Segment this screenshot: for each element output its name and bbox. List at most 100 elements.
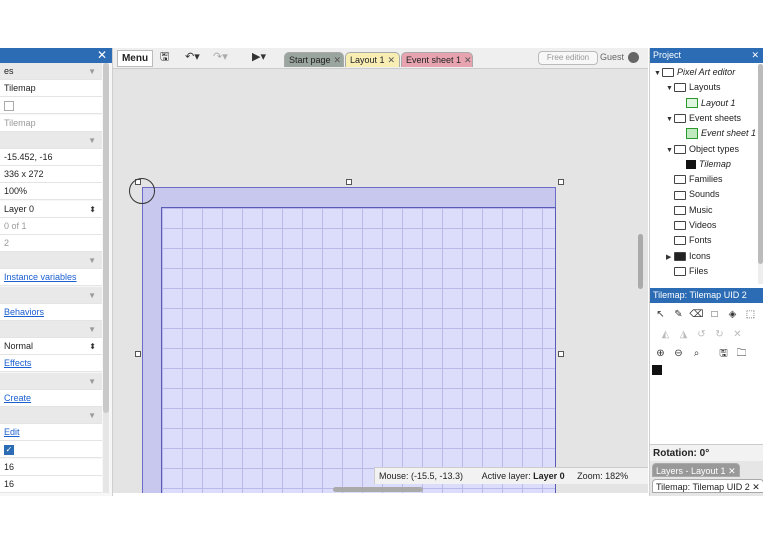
tree-item[interactable]: ▼ Object types — [666, 143, 739, 157]
select-arrows-icon[interactable]: ⬍ — [89, 338, 96, 355]
property-row[interactable]: Effects — [0, 355, 102, 373]
tree-item[interactable]: Tilemap — [678, 158, 731, 171]
property-row[interactable]: -15.452, -16 — [0, 149, 102, 166]
layout-canvas[interactable]: Mouse: (-15.5, -13.3) Active layer: Laye… — [113, 69, 648, 493]
rectangle-tool-icon[interactable]: □ — [707, 307, 722, 322]
chevron-down-icon[interactable]: ▼ — [88, 132, 96, 149]
chevron-down-icon[interactable]: ▼ — [88, 321, 96, 338]
property-select[interactable]: Normal — [4, 341, 33, 351]
pencil-tool-icon[interactable]: ✎ — [671, 307, 686, 322]
property-value[interactable]: Tilemap — [4, 118, 36, 128]
guest-label[interactable]: Guest — [600, 51, 624, 64]
property-row[interactable]: ✓ — [0, 441, 102, 459]
property-value[interactable]: 16 — [4, 479, 14, 489]
tree-item[interactable]: Videos — [666, 219, 716, 232]
property-row[interactable]: 336 x 272 — [0, 166, 102, 184]
property-row[interactable]: Behaviors — [0, 303, 102, 321]
property-value[interactable]: 336 x 272 — [4, 169, 44, 179]
property-select[interactable]: Layer 0 — [4, 204, 34, 214]
expand-toggle-icon[interactable]: ▼ — [666, 82, 674, 95]
tree-item[interactable]: ▼ Pixel Art editor — [654, 66, 735, 80]
open-folder-icon[interactable]: 🗀 — [734, 346, 749, 361]
select-tool-icon[interactable]: ⬚ — [743, 307, 758, 322]
close-icon[interactable]: ✕ — [751, 48, 759, 63]
user-icon[interactable] — [628, 52, 639, 63]
chevron-down-icon[interactable]: ▼ — [88, 373, 96, 390]
property-row[interactable]: 16 — [0, 458, 102, 476]
eraser-tool-icon[interactable]: ⌫ — [689, 307, 704, 322]
fill-tool-icon[interactable]: ◈ — [725, 307, 740, 322]
expand-toggle-icon[interactable]: ▼ — [654, 67, 662, 80]
chevron-down-icon[interactable]: ▼ — [88, 287, 96, 304]
chevron-down-icon[interactable]: ▼ — [88, 407, 96, 424]
property-link[interactable]: Edit — [4, 427, 20, 437]
property-value[interactable]: 0 of 1 — [4, 221, 27, 231]
menu-button[interactable]: Menu — [117, 50, 153, 67]
tab-event-sheet-1[interactable]: Event sheet 1 ✕ — [401, 52, 473, 67]
property-value[interactable]: Tilemap — [4, 83, 36, 93]
property-row[interactable]: Normal ⬍ — [0, 338, 102, 356]
resize-handle[interactable] — [558, 351, 564, 357]
tree-item[interactable]: Families — [666, 173, 723, 186]
close-icon[interactable]: ✕ — [388, 55, 396, 65]
canvas-horizontal-scrollbar[interactable] — [333, 487, 423, 492]
undo-icon[interactable]: ↶▾ — [185, 50, 200, 65]
canvas-vertical-scrollbar[interactable] — [638, 234, 643, 289]
property-link[interactable]: Instance variables — [4, 272, 77, 282]
select-arrows-icon[interactable]: ⬍ — [89, 201, 96, 218]
property-row[interactable]: Create — [0, 389, 102, 407]
property-link[interactable]: Create — [4, 393, 31, 403]
property-value[interactable]: 2 — [4, 238, 9, 248]
property-row[interactable]: Tilemap — [0, 80, 102, 98]
property-value[interactable]: 16 — [4, 462, 14, 472]
close-icon[interactable]: ✕ — [728, 466, 736, 476]
property-row[interactable]: Tilemap — [0, 114, 102, 132]
property-value[interactable]: 100% — [4, 186, 27, 196]
expand-toggle-icon[interactable]: ▼ — [666, 144, 674, 157]
tree-item[interactable]: ▼ Layouts — [666, 81, 721, 95]
property-row[interactable]: Instance variables — [0, 269, 102, 287]
property-checkbox[interactable]: ✓ — [4, 445, 14, 456]
tree-item[interactable]: Sounds — [666, 188, 720, 201]
resize-handle[interactable] — [346, 179, 352, 185]
zoom-out-icon[interactable]: ⊖ — [671, 346, 686, 361]
tree-item[interactable]: Files — [666, 265, 708, 278]
flip-icon[interactable]: ◮ — [676, 327, 691, 342]
close-icon[interactable]: ✕ — [752, 482, 760, 492]
property-row[interactable]: Edit — [0, 424, 102, 442]
chevron-down-icon[interactable]: ▼ — [88, 63, 96, 80]
resize-handle[interactable] — [135, 351, 141, 357]
property-row[interactable]: 100% — [0, 183, 102, 201]
close-icon[interactable]: ✕ — [464, 55, 472, 65]
scrollbar-thumb[interactable] — [103, 63, 109, 413]
tree-item[interactable]: Fonts — [666, 234, 712, 247]
property-link[interactable]: Behaviors — [4, 307, 44, 317]
tilemap-grid[interactable] — [161, 207, 556, 493]
free-edition-badge[interactable]: Free edition — [538, 51, 598, 65]
property-row[interactable] — [0, 97, 102, 115]
zoom-in-icon[interactable]: ⊕ — [653, 346, 668, 361]
chevron-down-icon[interactable]: ▼ — [88, 252, 96, 269]
tab-layers[interactable]: Layers - Layout 1 ✕ — [652, 463, 740, 477]
property-row[interactable]: 2 — [0, 235, 102, 252]
rotate-cw-icon[interactable]: ↻ — [712, 327, 727, 342]
expand-toggle-icon[interactable]: ▼ — [666, 113, 674, 126]
scrollbar-thumb[interactable] — [758, 64, 763, 264]
tree-item[interactable]: Event sheet 1 — [678, 127, 756, 140]
property-link[interactable]: Effects — [4, 358, 31, 368]
rotate-ccw-icon[interactable]: ↺ — [694, 327, 709, 342]
zoom-reset-icon[interactable]: ⌕ — [689, 346, 704, 361]
clear-icon[interactable]: ✕ — [730, 327, 745, 342]
property-row[interactable]: 16 — [0, 475, 102, 493]
tree-item[interactable]: ▼ Event sheets — [666, 112, 741, 126]
tab-tilemap[interactable]: Tilemap: Tilemap UID 2 ✕ — [652, 479, 763, 493]
tree-item[interactable]: Music — [666, 204, 713, 217]
pointer-tool-icon[interactable]: ↖ — [653, 307, 668, 322]
property-checkbox[interactable] — [4, 101, 14, 112]
project-scrollbar[interactable] — [758, 64, 763, 284]
save-icon[interactable]: 🖫 — [160, 50, 169, 65]
redo-icon[interactable]: ↷▾ — [213, 50, 228, 65]
property-row[interactable]: Layer 0 ⬍ — [0, 200, 102, 218]
properties-scrollbar[interactable] — [103, 63, 109, 493]
tab-layout-1[interactable]: Layout 1 ✕ — [345, 52, 400, 67]
